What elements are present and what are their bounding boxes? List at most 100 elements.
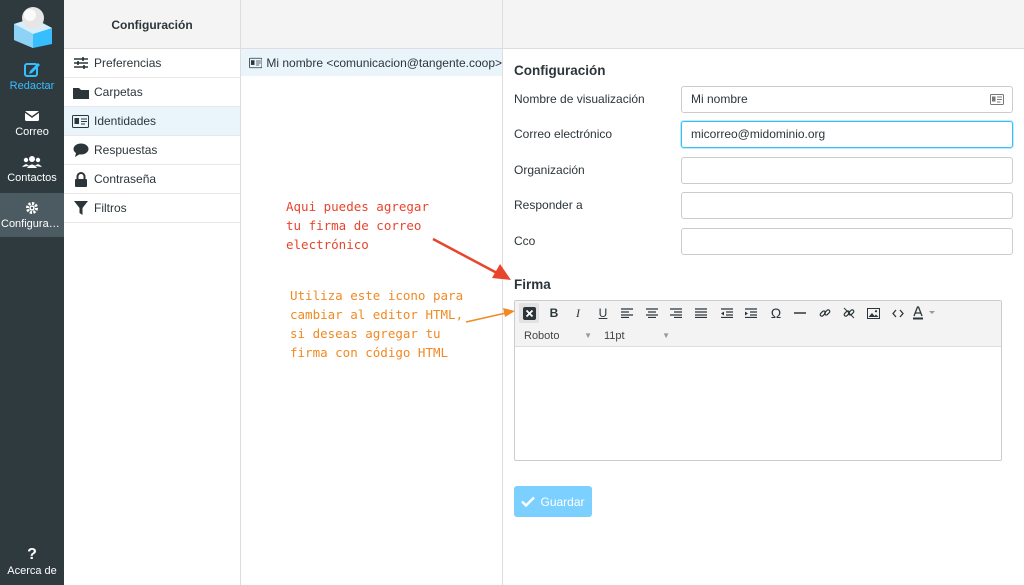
folder-icon	[72, 84, 89, 100]
nav-label-password: Contraseña	[94, 172, 157, 186]
chevron-down-icon: ▼	[584, 331, 592, 340]
display-name-label: Nombre de visualización	[514, 92, 645, 106]
align-left-icon	[621, 308, 633, 318]
rail-about[interactable]: ? Acerca de	[0, 540, 64, 585]
email-field[interactable]: micorreo@midominio.org	[681, 121, 1013, 148]
align-right-button[interactable]	[666, 303, 686, 323]
html-toggle-icon	[522, 306, 536, 320]
link-button[interactable]	[815, 303, 835, 323]
nav-item-responses[interactable]: Respuestas	[64, 136, 240, 165]
id-card-icon	[72, 113, 89, 129]
html-editor-annotation: Utiliza este icono para cambiar al edito…	[290, 288, 464, 360]
unlink-button[interactable]	[839, 303, 859, 323]
nav-label-preferences: Preferencias	[94, 56, 162, 70]
mail-icon	[24, 111, 40, 121]
nav-item-folders[interactable]: Carpetas	[64, 78, 240, 107]
rail-settings-label: Configuraci...	[1, 218, 64, 230]
nav-label-responses: Respuestas	[94, 143, 158, 157]
align-center-button[interactable]	[642, 303, 662, 323]
email-value: micorreo@midominio.org	[691, 127, 826, 141]
outdent-icon	[721, 308, 733, 318]
app-rail: Redactar Correo Contactos Configuraci...…	[0, 0, 64, 585]
image-icon	[866, 307, 880, 319]
contacts-icon	[22, 156, 42, 168]
rail-about-label: Acerca de	[7, 565, 57, 577]
settings-nav: Configuración Preferencias Carpetas Iden…	[64, 0, 241, 585]
rail-contacts[interactable]: Contactos	[0, 147, 64, 193]
identity-form: Configuración Nombre de visualización Mi…	[503, 0, 1024, 585]
code-icon	[892, 309, 904, 317]
checkmark-icon	[521, 496, 536, 507]
align-center-icon	[646, 308, 658, 318]
nav-item-identities[interactable]: Identidades	[64, 107, 240, 136]
identities-header	[241, 0, 502, 49]
italic-button[interactable]: I	[568, 303, 588, 323]
text-color-button[interactable]	[912, 303, 942, 323]
indent-button[interactable]	[741, 303, 761, 323]
bold-button[interactable]: B	[544, 303, 564, 323]
signature-title: Firma	[514, 277, 551, 292]
lock-icon	[72, 171, 89, 187]
outdent-button[interactable]	[717, 303, 737, 323]
rail-compose[interactable]: Redactar	[0, 55, 64, 101]
align-left-button[interactable]	[617, 303, 637, 323]
font-size-select[interactable]: 11pt ▼	[604, 327, 670, 345]
underline-button[interactable]: U	[593, 303, 613, 323]
compose-icon	[24, 63, 40, 77]
sliders-icon	[72, 55, 89, 71]
justify-icon	[695, 308, 707, 318]
bcc-label: Cco	[514, 234, 536, 248]
font-family-value: Roboto	[524, 330, 560, 342]
reply-to-label: Responder a	[514, 198, 583, 212]
indent-icon	[745, 308, 757, 318]
unlink-icon	[843, 307, 855, 319]
special-char-button[interactable]: Ω	[766, 303, 786, 323]
gear-icon	[26, 202, 38, 214]
horizontal-rule-icon	[794, 312, 806, 314]
signature-annotation: Aqui puedes agregar tu firma de correo e…	[286, 199, 429, 252]
bcc-field[interactable]	[681, 228, 1013, 255]
reply-to-field[interactable]	[681, 192, 1013, 219]
nav-label-filters: Filtros	[94, 201, 127, 215]
roundcube-logo[interactable]	[12, 4, 54, 48]
identity-row[interactable]: Mi nombre <comunicacion@tangente.coop>	[241, 49, 502, 76]
nav-item-preferences[interactable]: Preferencias	[64, 49, 240, 78]
signature-body[interactable]	[515, 347, 1001, 460]
filter-icon	[72, 200, 89, 216]
section-title: Configuración	[514, 63, 606, 78]
rail-mail-label: Correo	[15, 126, 49, 138]
rail-contacts-label: Contactos	[7, 172, 57, 184]
nav-label-identities: Identidades	[94, 114, 157, 128]
align-right-icon	[670, 308, 682, 318]
display-name-value: Mi nombre	[691, 92, 748, 106]
horizontal-rule-button[interactable]	[790, 303, 810, 323]
text-color-icon	[913, 306, 935, 320]
display-name-field[interactable]: Mi nombre	[681, 86, 1013, 113]
save-button[interactable]: Guardar	[514, 486, 592, 517]
link-icon	[819, 309, 831, 317]
nav-item-filters[interactable]: Filtros	[64, 194, 240, 223]
code-button[interactable]	[888, 303, 908, 323]
question-icon: ?	[27, 546, 37, 563]
settings-header: Configuración	[64, 0, 240, 49]
font-family-select[interactable]: Roboto ▼	[524, 327, 592, 345]
signature-editor: B I U Ω Roboto ▼ 11pt ▼	[514, 300, 1002, 461]
image-button[interactable]	[863, 303, 883, 323]
contact-card-icon[interactable]	[990, 94, 1004, 105]
html-source-toggle-button[interactable]	[519, 303, 539, 323]
justify-button[interactable]	[691, 303, 711, 323]
nav-item-password[interactable]: Contraseña	[64, 165, 240, 194]
email-label: Correo electrónico	[514, 127, 613, 141]
organization-label: Organización	[514, 163, 585, 177]
save-button-label: Guardar	[540, 494, 585, 509]
rail-compose-label: Redactar	[9, 80, 55, 92]
speech-bubble-icon	[72, 142, 89, 158]
rail-mail[interactable]: Correo	[0, 101, 64, 147]
rail-settings[interactable]: Configuraci...	[0, 193, 64, 237]
id-card-icon	[249, 57, 263, 68]
nav-label-folders: Carpetas	[94, 85, 143, 99]
chevron-down-icon: ▼	[662, 331, 670, 340]
content-header	[503, 0, 1024, 49]
editor-toolbar: B I U Ω Roboto ▼ 11pt ▼	[515, 301, 1001, 347]
organization-field[interactable]	[681, 157, 1013, 184]
